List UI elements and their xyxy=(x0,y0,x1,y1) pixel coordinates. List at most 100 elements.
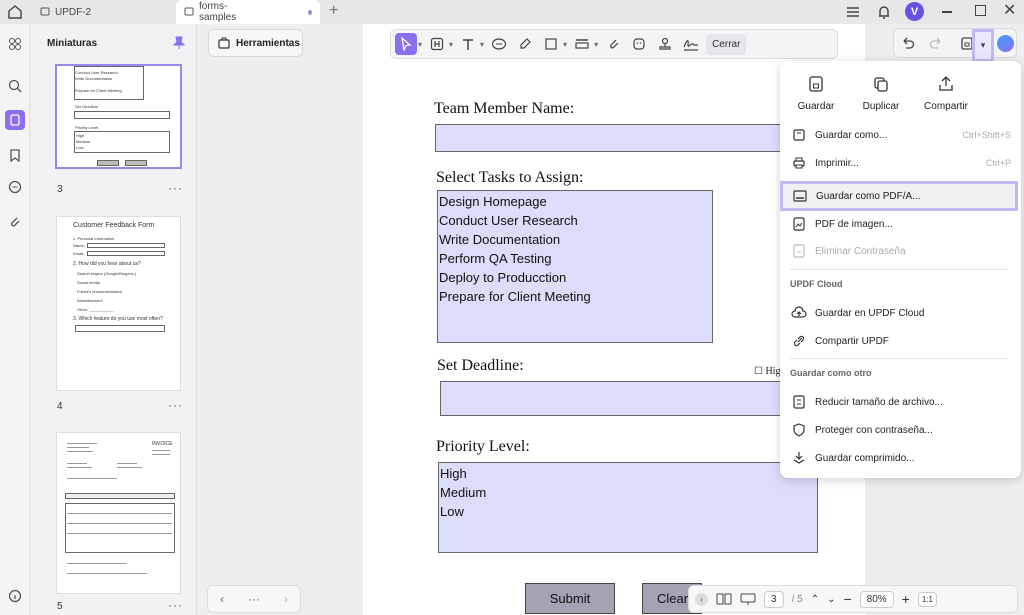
form-field-icon[interactable] xyxy=(571,33,593,55)
menu-item-protect-password[interactable]: Proteger con contraseña... xyxy=(788,417,1015,443)
text-box-icon[interactable] xyxy=(426,33,448,55)
attachment-icon[interactable] xyxy=(5,212,25,232)
list-item[interactable]: Perform QA Testing xyxy=(438,249,712,268)
thumbnail-page-4[interactable]: Customer Feedback Form 1. Personal Infor… xyxy=(56,216,181,391)
stamp-icon[interactable] xyxy=(654,33,676,55)
thumbnail-page-3[interactable]: Conduct User Research Write Documentatio… xyxy=(55,64,182,169)
close-icon[interactable]: ✕ xyxy=(1003,0,1016,20)
rectangle-icon[interactable] xyxy=(540,33,562,55)
new-tab-plus-icon[interactable]: + xyxy=(329,2,338,20)
thumb-text: 1. Personal Information xyxy=(73,236,115,241)
priority-listbox[interactable]: High Medium Low xyxy=(438,462,818,553)
list-item[interactable]: Low xyxy=(439,502,817,521)
list-item[interactable]: Prepare for Client Meeting xyxy=(438,287,712,306)
menu-item-image-pdf[interactable]: PDF de imagen... xyxy=(788,211,1015,237)
chevron-down-icon[interactable]: ▾ xyxy=(418,40,422,49)
pin-icon[interactable] xyxy=(173,36,185,50)
bookmark-icon[interactable] xyxy=(5,145,25,165)
presentation-icon[interactable] xyxy=(740,592,756,606)
chevron-down-icon[interactable]: ▾ xyxy=(449,40,453,49)
tools-label: Herramientas xyxy=(236,37,300,49)
menu-label: Guardar en UPDF Cloud xyxy=(815,307,925,319)
ai-assistant-icon[interactable] xyxy=(997,35,1014,52)
more-icon[interactable]: ··· xyxy=(168,181,183,195)
page-layout-icon[interactable] xyxy=(716,592,732,606)
undo-icon[interactable] xyxy=(900,35,916,51)
quick-duplicate-button[interactable]: Duplicar xyxy=(848,75,914,112)
menu-item-save-compressed[interactable]: Guardar comprimido... xyxy=(788,445,1015,471)
shield-icon xyxy=(790,421,808,439)
comment-icon[interactable] xyxy=(488,33,510,55)
menu-item-share-updf[interactable]: Compartir UPDF xyxy=(788,328,1015,354)
chevron-right-icon[interactable]: › xyxy=(284,592,288,606)
current-page-input[interactable]: 3 xyxy=(764,590,784,608)
menu-item-print[interactable]: Imprimir... Ctrl+P xyxy=(788,150,1015,176)
highlight-icon[interactable] xyxy=(514,33,536,55)
maximize-icon[interactable] xyxy=(975,5,986,16)
home-icon[interactable] xyxy=(6,3,24,21)
menu-label: Eliminar Contraseña xyxy=(815,245,906,257)
zoom-out-icon[interactable]: − xyxy=(843,591,851,607)
menu-item-reduce-size[interactable]: Reducir tamaño de archivo... xyxy=(788,389,1015,415)
list-item[interactable]: High xyxy=(439,464,817,483)
list-item[interactable]: Write Documentation xyxy=(438,230,712,249)
attachment-icon[interactable] xyxy=(602,33,624,55)
menu-label: Reducir tamaño de archivo... xyxy=(815,396,943,408)
comment-icon[interactable] xyxy=(5,177,25,197)
select-icon[interactable] xyxy=(395,33,417,55)
search-icon[interactable] xyxy=(5,76,25,96)
thumbnail-page-5[interactable]: INVOICE xyxy=(56,432,181,594)
chevron-left-icon[interactable]: ‹ xyxy=(220,592,224,606)
menu-item-save-as[interactable]: Guardar como... Ctrl+Shift+S xyxy=(788,122,1015,148)
more-icon[interactable]: ··· xyxy=(168,398,183,412)
chevron-down-icon[interactable]: ▾ xyxy=(563,40,567,49)
chevron-down-icon[interactable]: ▾ xyxy=(594,40,598,49)
list-item[interactable]: Design Homepage xyxy=(438,192,712,211)
pages-icon[interactable] xyxy=(5,110,25,130)
list-item[interactable]: Medium xyxy=(439,483,817,502)
menu-label: PDF de imagen... xyxy=(815,218,893,230)
zoom-in-icon[interactable]: + xyxy=(902,591,910,607)
zoom-input[interactable]: 80% xyxy=(859,590,894,608)
close-toolbar-button[interactable]: Cerrar xyxy=(706,33,747,55)
text-icon[interactable] xyxy=(457,33,479,55)
help-icon[interactable] xyxy=(5,586,25,606)
title-bar: UPDF-2 forms-samples + V ✕ xyxy=(0,0,1024,24)
chevron-down-icon[interactable]: ⌄ xyxy=(827,594,835,605)
tab-updf-2[interactable]: UPDF-2 xyxy=(32,0,174,24)
redo-icon[interactable] xyxy=(928,35,944,51)
bell-icon[interactable] xyxy=(875,3,893,21)
sticker-icon[interactable] xyxy=(628,33,650,55)
more-icon[interactable]: ··· xyxy=(168,598,183,612)
compress-icon xyxy=(790,449,808,467)
member-name-field[interactable] xyxy=(435,124,825,152)
avatar[interactable]: V xyxy=(905,2,924,21)
actual-size-button[interactable]: 1:1 xyxy=(917,591,937,607)
list-item[interactable]: Conduct User Research xyxy=(438,211,712,230)
list-item[interactable]: Deploy to Producction xyxy=(438,268,712,287)
grid-icon[interactable] xyxy=(5,34,25,54)
menu-item-save-pdfa[interactable]: Guardar como PDF/A... xyxy=(780,181,1018,211)
signature-icon[interactable] xyxy=(680,33,702,55)
collapse-chevron-icon[interactable]: › xyxy=(695,592,708,606)
menu-item-save-cloud[interactable]: Guardar en UPDF Cloud xyxy=(788,300,1015,326)
image-pdf-icon xyxy=(790,215,808,233)
quick-save-button[interactable]: Guardar xyxy=(783,75,849,112)
chevron-up-icon[interactable]: ⌃ xyxy=(811,594,819,605)
priority-label: Priority Level: xyxy=(436,438,530,455)
unlock-icon xyxy=(790,242,808,260)
save-icon xyxy=(809,76,823,92)
chevron-down-icon[interactable]: ▾ xyxy=(480,40,484,49)
minimize-icon[interactable] xyxy=(942,11,952,13)
submit-button[interactable]: Submit xyxy=(525,583,615,614)
share-icon xyxy=(939,76,953,91)
thumb-text: Friend's recommendation xyxy=(77,289,123,294)
tools-button[interactable]: Herramientas xyxy=(208,29,303,57)
quick-share-button[interactable]: Compartir xyxy=(913,75,979,112)
menu-icon[interactable] xyxy=(845,4,861,20)
menu-label: Guardar comprimido... xyxy=(815,452,915,464)
save-dropdown-chevron-icon[interactable]: ▾ xyxy=(972,29,994,62)
tab-forms-samples[interactable]: forms-samples xyxy=(176,0,320,24)
tasks-listbox[interactable]: Design Homepage Conduct User Research Wr… xyxy=(437,190,713,343)
more-icon[interactable]: ··· xyxy=(248,592,260,606)
